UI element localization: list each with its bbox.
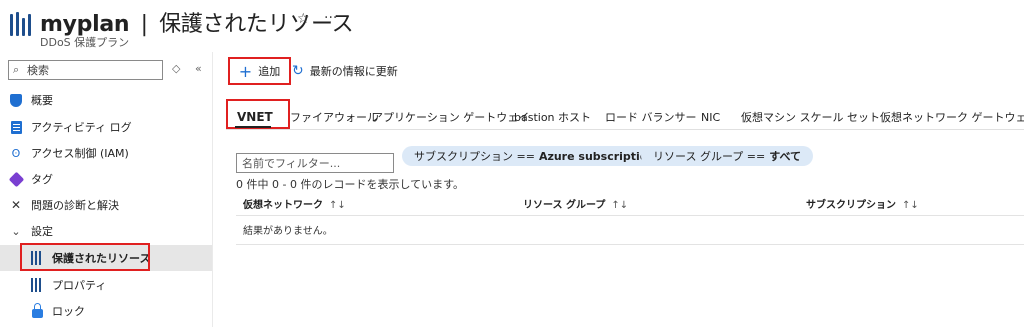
sidebar-item-label: プロパティ xyxy=(52,279,107,292)
sort-icon: ↑↓ xyxy=(902,200,919,211)
tab-firewall[interactable]: ファイアウォール xyxy=(290,104,378,130)
favorite-star-icon[interactable]: ☆ xyxy=(297,11,310,27)
record-count: 0 件中 0 - 0 件のレコードを表示しています。 xyxy=(236,178,465,191)
resource-group-filter-pill[interactable]: リソース グループ == すべて xyxy=(641,146,814,166)
sidebar-item-label: ロック xyxy=(52,305,85,318)
lock-icon xyxy=(30,303,44,318)
refresh-icon: ↻ xyxy=(292,63,304,79)
column-header-resource-group[interactable]: リソース グループ ↑↓ xyxy=(523,196,628,211)
column-header-label: リソース グループ xyxy=(523,200,606,211)
table-header-divider xyxy=(236,215,1024,216)
column-header-subscription[interactable]: サブスクリプション ↑↓ xyxy=(806,196,919,211)
title-separator: | xyxy=(140,12,148,37)
bars-icon xyxy=(30,278,44,292)
resource-group-filter-value: すべて xyxy=(769,150,802,163)
name-filter-input[interactable] xyxy=(242,156,390,171)
column-header-label: 仮想ネットワーク xyxy=(243,200,323,211)
tab-application-gateway[interactable]: アプリケーション ゲートウェイ xyxy=(372,104,529,130)
refresh-button[interactable]: ↻ 最新の情報に更新 xyxy=(292,63,398,79)
resource-group-filter-key: リソース グループ == xyxy=(653,150,766,163)
sidebar-search-input[interactable] xyxy=(27,63,157,77)
sidebar-section-settings[interactable]: ⌄ 設定 xyxy=(0,218,212,244)
tab-load-balancer[interactable]: ロード バランサー xyxy=(605,104,697,130)
shield-icon xyxy=(9,93,23,107)
sidebar-item-label: アクセス制御 (IAM) xyxy=(31,147,129,160)
tag-icon xyxy=(8,171,24,187)
sidebar-section-label: 設定 xyxy=(31,225,53,238)
sidebar-item-properties[interactable]: プロパティ xyxy=(0,272,212,298)
page-header: myplan | 保護されたリソース DDoS 保護プラン ☆ ··· xyxy=(0,0,1024,52)
sidebar-options-icon[interactable]: ◇ xyxy=(172,62,180,75)
sidebar-item-tags[interactable]: タグ xyxy=(0,166,212,192)
chevron-down-icon: ⌄ xyxy=(11,224,21,238)
activity-log-icon xyxy=(9,120,23,134)
tab-nic[interactable]: NIC xyxy=(701,104,720,130)
wrench-icon: ✕ xyxy=(10,198,22,212)
collapse-sidebar-icon[interactable]: « xyxy=(195,62,202,75)
tab-vm-scale-set[interactable]: 仮想マシン スケール セット xyxy=(741,104,880,130)
highlight-protected-resources xyxy=(20,243,150,271)
refresh-button-label: 最新の情報に更新 xyxy=(309,65,398,78)
empty-table-message: 結果がありません。 xyxy=(243,226,333,237)
subscription-filter-pill[interactable]: サブスクリプション == Azure subscription 1 xyxy=(402,146,679,166)
sidebar-item-label: アクティビティ ログ xyxy=(31,121,132,134)
sidebar-item-iam[interactable]: ʘ アクセス制御 (IAM) xyxy=(0,140,212,166)
column-header-vnet[interactable]: 仮想ネットワーク ↑↓ xyxy=(243,196,346,211)
sidebar-item-activity-log[interactable]: アクティビティ ログ xyxy=(0,114,212,140)
table-bottom-divider xyxy=(236,244,1024,245)
sidebar-item-label: 概要 xyxy=(31,94,53,107)
search-icon: ⌕ xyxy=(13,63,20,76)
sidebar-divider xyxy=(212,52,213,327)
plus-icon: + xyxy=(238,61,253,81)
active-tab-underline xyxy=(235,126,271,128)
sidebar-search[interactable]: ⌕ xyxy=(8,60,163,80)
sort-icon: ↑↓ xyxy=(329,200,346,211)
sidebar-item-label: 問題の診断と解決 xyxy=(31,199,119,212)
sidebar-item-label: タグ xyxy=(31,173,53,186)
people-icon: ʘ xyxy=(11,146,21,160)
tabs-divider xyxy=(226,129,1024,130)
sidebar-item-locks[interactable]: ロック xyxy=(0,298,212,324)
tab-vnet-gateway[interactable]: 仮想ネットワーク ゲートウェイ xyxy=(880,104,1024,130)
column-header-label: サブスクリプション xyxy=(806,200,896,211)
add-button-label: 追加 xyxy=(258,65,281,78)
subscription-filter-key: サブスクリプション == xyxy=(414,150,535,163)
page-subtitle: DDoS 保護プラン xyxy=(40,36,130,49)
sidebar-item-overview[interactable]: 概要 xyxy=(0,87,212,113)
more-options-icon[interactable]: ··· xyxy=(324,10,337,26)
name-filter[interactable] xyxy=(236,153,394,173)
tab-bastion-host[interactable]: bastion ホスト xyxy=(514,104,591,130)
sort-icon: ↑↓ xyxy=(611,200,629,211)
add-button[interactable]: + 追加 xyxy=(228,57,291,85)
sidebar-item-diagnose[interactable]: ✕ 問題の診断と解決 xyxy=(0,192,212,218)
ddos-plan-icon xyxy=(10,12,32,36)
